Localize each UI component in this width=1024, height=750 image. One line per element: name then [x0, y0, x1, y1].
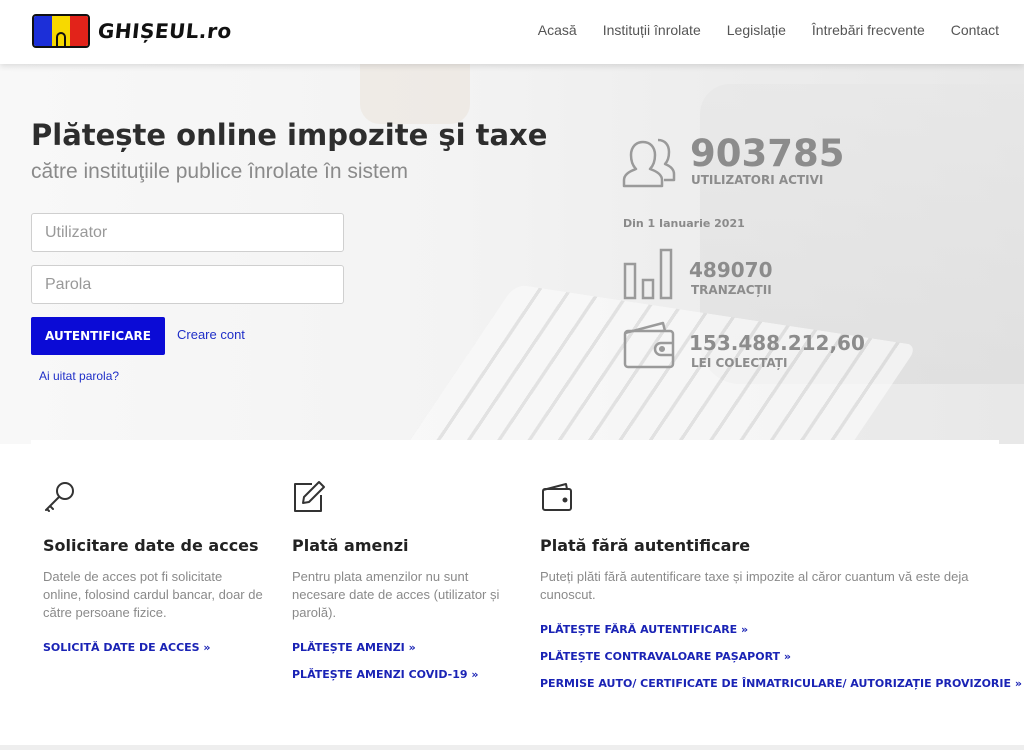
- nav-item-home[interactable]: Acasă: [538, 22, 577, 38]
- pay-without-login-link[interactable]: PLĂTEȘTE FĂRĂ AUTENTIFICARE »: [540, 623, 748, 636]
- active-users-count: 903785: [690, 132, 845, 175]
- card-title: Solicitare date de acces: [43, 536, 259, 555]
- background-cup: [360, 64, 470, 124]
- transactions-label: TRANZACȚII: [691, 283, 772, 297]
- users-icon: [622, 138, 676, 188]
- forgot-password-link[interactable]: Ai uitat parola?: [39, 369, 119, 383]
- pay-fines-link[interactable]: PLĂTEȘTE AMENZI »: [292, 641, 416, 654]
- collected-amount: 153.488.212,60: [689, 331, 865, 355]
- nav-item-faq[interactable]: Întrebări frecvente: [812, 22, 925, 38]
- pay-covid-fines-link[interactable]: PLĂTEȘTE AMENZI COVID-19 »: [292, 668, 478, 681]
- brand-name[interactable]: GHIȘEUL.ro: [97, 19, 233, 43]
- nav-item-contact[interactable]: Contact: [951, 22, 999, 38]
- site-logo[interactable]: [32, 14, 90, 48]
- key-icon: [45, 482, 74, 512]
- page-title: Plătește online impozite şi taxe: [31, 118, 548, 152]
- services-panel: Solicitare date de acces Datele de acces…: [31, 440, 1022, 745]
- wallet-icon: [542, 483, 572, 511]
- active-users-label: UTILIZATORI ACTIVI: [691, 173, 824, 187]
- create-account-link[interactable]: Creare cont: [177, 327, 245, 342]
- page-subtitle: către instituţiile publice înrolate în s…: [31, 160, 409, 183]
- nav-item-legislation[interactable]: Legislație: [727, 22, 786, 38]
- footer-divider: [0, 745, 1024, 750]
- pay-passport-fee-link[interactable]: PLĂTEȘTE CONTRAVALOARE PAȘAPORT »: [540, 650, 791, 663]
- card-description: Puteți plăti fără autentificare taxe și …: [540, 569, 969, 602]
- wallet-icon: [623, 321, 675, 369]
- card-title: Plată fără autentificare: [540, 536, 751, 555]
- main-nav: Acasă Instituții înrolate Legislație Înt…: [538, 22, 999, 38]
- username-input[interactable]: [31, 213, 344, 252]
- edit-icon: [294, 481, 325, 512]
- transactions-count: 489070: [689, 258, 773, 282]
- card-description: Datele de acces pot fi solicitate online…: [43, 569, 263, 620]
- request-access-link[interactable]: SOLICITĂ DATE DE ACCES »: [43, 641, 211, 654]
- bar-chart-icon: [623, 248, 673, 300]
- card-title: Plată amenzi: [292, 536, 409, 555]
- card-description: Pentru plata amenzilor nu sunt necesare …: [292, 569, 500, 620]
- password-input[interactable]: [31, 265, 344, 304]
- login-button[interactable]: AUTENTIFICARE: [31, 317, 165, 355]
- collected-label: LEI COLECTAȚI: [691, 356, 788, 370]
- nav-item-institutions[interactable]: Instituții înrolate: [603, 22, 701, 38]
- driving-license-certificates-link[interactable]: PERMISE AUTO/ CERTIFICATE DE ÎNMATRICULA…: [540, 677, 1022, 690]
- stats-since-date: Din 1 Ianuarie 2021: [623, 217, 745, 230]
- top-navigation-bar: GHIȘEUL.ro Acasă Instituții înrolate Leg…: [0, 0, 1024, 64]
